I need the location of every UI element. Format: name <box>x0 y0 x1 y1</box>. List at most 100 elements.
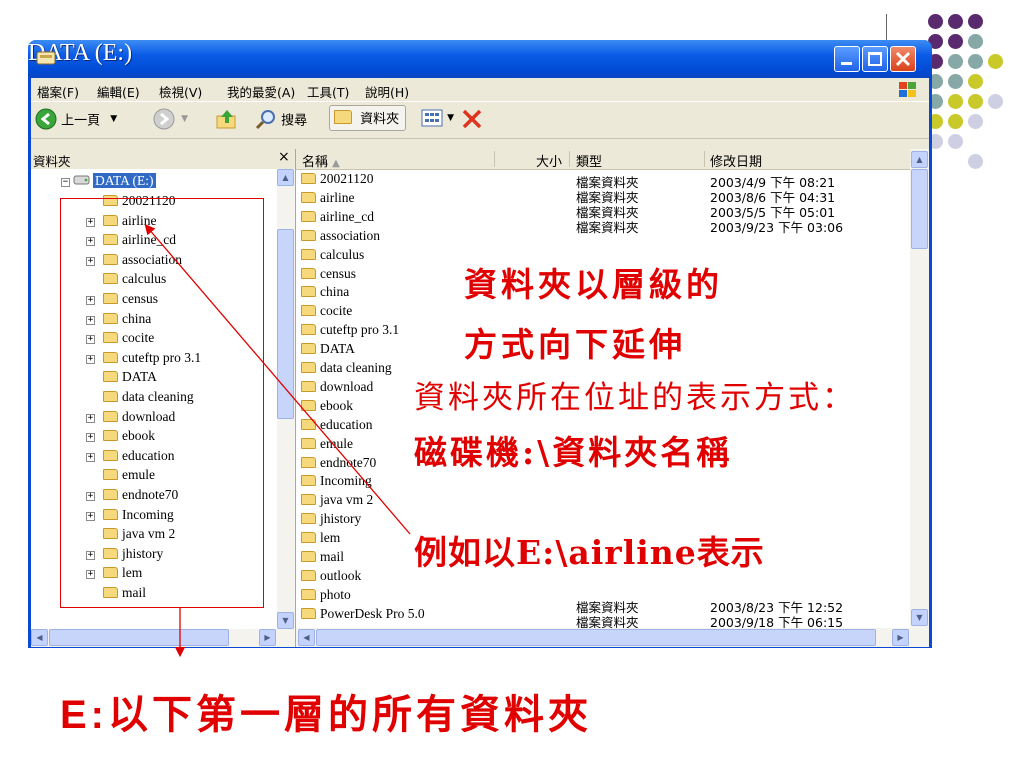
list-item-name: airline_cd <box>320 208 374 224</box>
list-item[interactable]: calculus <box>301 247 364 263</box>
list-item[interactable]: cuteftp pro 3.1 <box>301 322 399 338</box>
menu-tools[interactable]: 工具(T) <box>307 82 349 101</box>
annotation-hierarchy-line1: 資料夾以層級的 <box>464 265 723 304</box>
scroll-left-button[interactable]: ◀ <box>298 629 315 646</box>
scroll-right-button[interactable]: ▶ <box>892 629 909 646</box>
folder-icon <box>301 532 316 544</box>
folders-button[interactable]: 資料夾 <box>329 105 407 131</box>
list-item[interactable]: china <box>301 284 349 300</box>
folder-icon <box>301 380 316 392</box>
list-item[interactable]: java vm 2 <box>301 492 373 508</box>
menu-favorites[interactable]: 我的最愛(A) <box>227 82 295 101</box>
delete-x-icon <box>462 109 482 129</box>
list-item[interactable]: census <box>301 266 356 282</box>
search-icon <box>255 110 275 130</box>
column-size[interactable]: 大小 <box>536 151 562 170</box>
folder-icon <box>301 456 316 468</box>
windows-logo-icon <box>897 80 919 98</box>
list-item[interactable]: Incoming <box>301 473 372 489</box>
scroll-thumb[interactable] <box>316 629 876 646</box>
views-button[interactable]: ▼ <box>421 108 454 128</box>
scroll-thumb[interactable] <box>911 169 928 249</box>
up-folder-button[interactable] <box>215 108 239 134</box>
scroll-right-button[interactable]: ▶ <box>259 629 276 646</box>
list-item[interactable]: cocite <box>301 303 352 319</box>
sort-ascending-icon: ▲ <box>332 158 340 169</box>
folder-icon <box>301 229 316 241</box>
folders-vertical-scrollbar[interactable]: ▲ ▼ <box>277 169 295 629</box>
folder-icon <box>301 324 316 336</box>
list-item[interactable]: data cleaning <box>301 360 392 376</box>
menu-help[interactable]: 說明(H) <box>365 82 409 101</box>
list-item[interactable]: ebook <box>301 398 353 414</box>
list-item-name: census <box>320 265 356 281</box>
list-item[interactable]: airline <box>301 190 354 206</box>
menu-file[interactable]: 檔案(F) <box>37 82 79 101</box>
scroll-thumb[interactable] <box>49 629 229 646</box>
tree-root[interactable]: DATA (E:) <box>73 173 156 189</box>
scroll-down-button[interactable]: ▼ <box>277 612 294 629</box>
list-horizontal-scrollbar[interactable]: ◀ ▶ <box>296 628 929 647</box>
search-button[interactable]: 搜尋 <box>255 108 307 130</box>
list-item[interactable]: emule <box>301 436 353 452</box>
folder-icon <box>301 248 316 260</box>
list-item-name: emule <box>320 435 353 451</box>
list-item[interactable]: download <box>301 379 373 395</box>
list-item-name: data cleaning <box>320 360 392 375</box>
menu-edit[interactable]: 編輯(E) <box>97 82 140 101</box>
list-item-name: lem <box>320 530 341 546</box>
list-item-name: outlook <box>320 567 362 583</box>
close-icon <box>895 51 911 67</box>
folders-horizontal-scrollbar[interactable]: ◀ ▶ <box>31 629 295 647</box>
folder-icon <box>301 210 316 222</box>
menu-bar: 檔案(F) 編輯(E) 檢視(V) 我的最愛(A) 工具(T) 說明(H) <box>31 78 929 100</box>
list-item[interactable]: lem <box>301 530 340 546</box>
folder-icon <box>301 286 316 298</box>
back-dropdown-icon[interactable]: ▼ <box>110 114 117 124</box>
title-bar[interactable]: DATA (E:) <box>28 40 932 78</box>
list-item[interactable]: outlook <box>301 568 361 584</box>
annotation-example: 例如以E:\airline表示 <box>414 533 765 572</box>
forward-button[interactable]: ▼ <box>153 108 188 130</box>
tree-root-label: DATA (E:) <box>93 173 156 188</box>
scroll-up-button[interactable]: ▲ <box>277 169 294 186</box>
delete-button[interactable] <box>459 106 485 136</box>
column-modified[interactable]: 修改日期 <box>710 151 762 170</box>
scroll-down-button[interactable]: ▼ <box>911 609 928 626</box>
up-folder-icon <box>216 110 236 129</box>
folder-icon <box>301 362 316 373</box>
list-item-name: photo <box>320 586 351 602</box>
list-item[interactable]: education <box>301 417 372 433</box>
close-button[interactable] <box>890 46 916 72</box>
list-item[interactable]: association <box>301 228 380 244</box>
column-type[interactable]: 類型 <box>576 151 602 170</box>
folder-icon <box>301 173 316 184</box>
tree-collapse-toggle[interactable]: − <box>61 178 70 187</box>
maximize-button[interactable] <box>862 46 888 72</box>
list-item-name: education <box>320 416 373 432</box>
scroll-left-button[interactable]: ◀ <box>31 629 48 646</box>
views-dropdown-icon[interactable]: ▼ <box>447 113 454 123</box>
list-item-type: 檔案資料夾 <box>576 615 639 628</box>
scroll-up-button[interactable]: ▲ <box>911 151 928 168</box>
back-button[interactable]: 上一頁 ▼ <box>35 108 117 130</box>
list-item-name: java vm 2 <box>320 492 374 508</box>
folders-pane-close-icon[interactable]: × <box>278 149 290 165</box>
forward-dropdown-icon[interactable]: ▼ <box>181 114 188 124</box>
scroll-thumb[interactable] <box>277 229 294 419</box>
list-item[interactable]: PowerDesk Pro 5.0 <box>301 606 425 622</box>
list-item[interactable]: mail <box>301 549 344 565</box>
folder-icon <box>301 569 316 581</box>
list-item[interactable]: jhistory <box>301 511 361 527</box>
menu-view[interactable]: 檢視(V) <box>159 82 202 101</box>
list-item[interactable]: photo <box>301 587 351 603</box>
folder-icon <box>301 494 316 506</box>
list-item[interactable]: airline_cd <box>301 209 374 225</box>
minimize-button[interactable] <box>834 46 860 72</box>
list-item[interactable]: endnote70 <box>301 455 376 471</box>
list-item[interactable]: DATA <box>301 341 355 357</box>
toolbar: 上一頁 ▼ ▼ 搜尋 資料夾 ▼ <box>31 101 929 139</box>
list-item[interactable]: 20021120 <box>301 171 374 187</box>
list-item-name: association <box>320 227 380 243</box>
column-name[interactable]: 名稱 ▲ <box>302 151 340 170</box>
